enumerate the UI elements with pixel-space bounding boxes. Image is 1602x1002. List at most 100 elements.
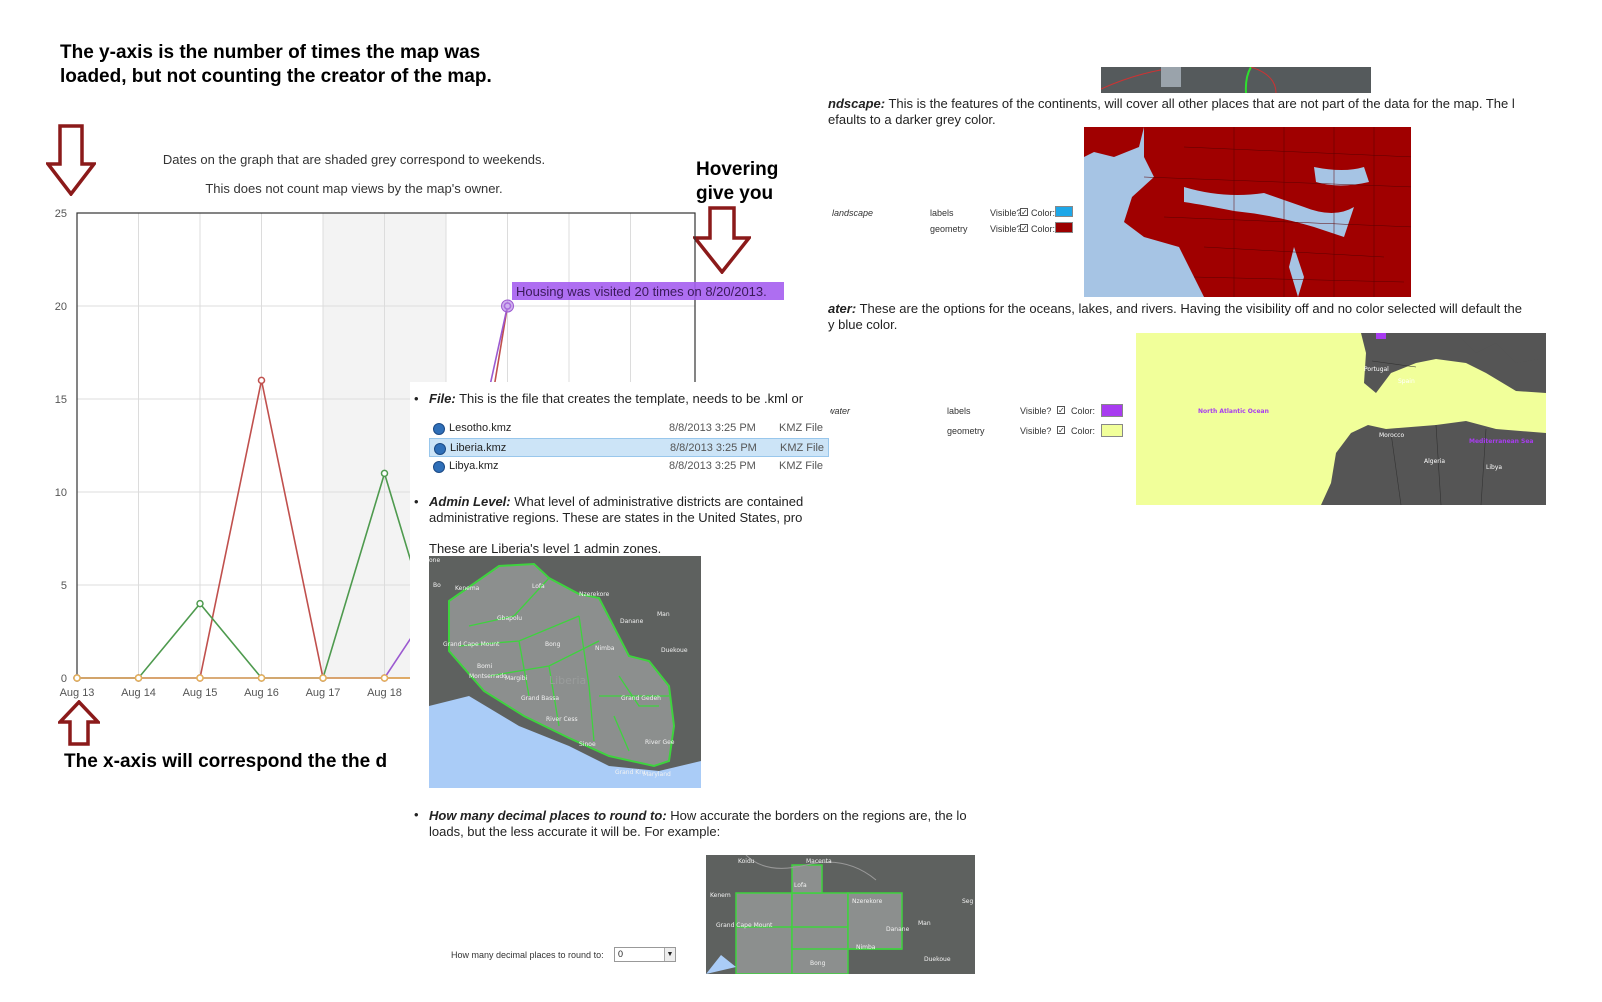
- liberia-map-label: Bo: [433, 582, 441, 589]
- admin-caption: These are Liberia's level 1 admin zones.: [429, 541, 662, 556]
- landscape-labels-visible-checkbox[interactable]: ✓: [1020, 208, 1028, 217]
- y-tick-label: 0: [61, 673, 67, 685]
- liberia-map-label: Grand Kru: [615, 769, 646, 776]
- water-map-label: North Atlantic Ocean: [1198, 408, 1269, 415]
- landscape-map-preview: [1084, 127, 1411, 297]
- landscape-labels-label: labels: [930, 208, 954, 218]
- water-map-label: Spain: [1398, 378, 1415, 385]
- decimal-map-label: Nzerekore: [852, 898, 883, 905]
- water-geometry-label: geometry: [947, 426, 985, 436]
- file-row[interactable]: Libya.kmz 8/8/2013 3:25 PM KMZ File: [429, 457, 829, 476]
- chart-subtitle-owner: This does not count map views by the map…: [205, 181, 503, 196]
- file-date: 8/8/2013 3:25 PM: [669, 460, 756, 472]
- landscape-option-name: landscape: [832, 208, 874, 218]
- hover-note: Hovering give you: [696, 159, 779, 204]
- data-point: [134, 674, 143, 682]
- liberia-map-label: Lofa: [532, 583, 545, 590]
- decimal-description: How many decimal places to round to: How…: [429, 808, 1001, 840]
- water-geometry-visible-label: Visible?: [1020, 426, 1052, 436]
- file-row-selected[interactable]: Liberia.kmz 8/8/2013 3:25 PM KMZ File: [429, 438, 829, 457]
- landscape-geometry-color-label: Color:: [1031, 224, 1056, 234]
- file-list: Lesotho.kmz 8/8/2013 3:25 PM KMZ File Li…: [429, 419, 829, 479]
- decimal-control-label: How many decimal places to round to:: [451, 950, 604, 960]
- landscape-geometry-color-swatch[interactable]: [1055, 222, 1073, 233]
- decimal-map-label: Seg: [962, 898, 974, 905]
- decimal-map-label: Macenta: [806, 858, 832, 865]
- water-geometry-color-label: Color:: [1071, 426, 1096, 436]
- file-name: Lesotho.kmz: [449, 422, 512, 434]
- kmz-file-icon: [433, 461, 445, 473]
- options-document-panel: • File: This is the file that creates th…: [410, 382, 830, 800]
- data-point: [73, 674, 81, 682]
- data-point: [380, 674, 389, 682]
- chevron-down-icon[interactable]: ▼: [664, 948, 675, 961]
- liberia-map-label: Nzerekore: [579, 591, 610, 598]
- liberia-map-label: one: [429, 557, 440, 564]
- bullet-dot: •: [414, 391, 419, 406]
- landscape-labels-color-label: Color:: [1031, 208, 1056, 218]
- landscape-labels-visible-label: Visible?: [990, 208, 1022, 218]
- x-tick-label: Aug 17: [306, 687, 341, 699]
- decimal-map-label: Lofa: [794, 882, 807, 889]
- water-labels-visible-checkbox[interactable]: ✓: [1057, 406, 1065, 415]
- file-name: Liberia.kmz: [450, 442, 507, 454]
- water-description: ater: These are the options for the ocea…: [828, 301, 1568, 333]
- weekend-shade: [323, 213, 385, 678]
- liberia-map-label: Gbapolu: [497, 615, 522, 622]
- landscape-text: This is the features of the continents, …: [885, 96, 1515, 111]
- liberia-map-label: Bomi: [477, 663, 493, 670]
- landscape-text-2: efaults to a darker grey color.: [828, 112, 996, 127]
- data-point: [196, 674, 204, 682]
- water-map-label: Portugal: [1364, 366, 1389, 373]
- water-option-name: water: [828, 406, 851, 416]
- water-map-preview: Portugal Spain Morocco Algeria Libya Nor…: [1136, 333, 1546, 505]
- file-heading: File:: [429, 391, 456, 406]
- landscape-geometry-label: geometry: [930, 224, 968, 234]
- admin-text: What level of administrative districts a…: [510, 494, 804, 509]
- liberia-map-label: Man: [657, 611, 670, 618]
- water-heading: ater:: [828, 301, 857, 316]
- liberia-map-label: Kenema: [455, 585, 480, 592]
- file-type: KMZ File: [779, 460, 823, 472]
- decimal-rounding-map: Koidu Macenta Lofa Kenem Nzerekore Grand Cape…: [706, 855, 975, 974]
- liberia-map-label: Bong: [545, 641, 561, 648]
- water-text-2: y blue color.: [828, 317, 898, 332]
- liberia-map-label: Danane: [620, 618, 644, 625]
- liberia-map-label: Duekoue: [661, 647, 688, 654]
- landscape-geometry-visible-checkbox[interactable]: ✓: [1020, 224, 1028, 233]
- x-tick-label: Aug 18: [367, 687, 402, 699]
- water-map-label: Morocco: [1379, 432, 1404, 439]
- x-tick-label: Aug 15: [183, 687, 218, 699]
- data-point: [257, 674, 266, 682]
- liberia-map-label: Margibi: [505, 675, 527, 682]
- y-tick-label: 25: [55, 208, 67, 220]
- chart-subtitle-weekends: Dates on the graph that are shaded grey …: [162, 152, 546, 167]
- landscape-description: ndscape: This is the features of the con…: [828, 96, 1568, 128]
- landscape-options: landscape labels Visible? ✓ Color: geome…: [832, 206, 1082, 242]
- water-labels-color-swatch[interactable]: [1101, 404, 1123, 417]
- decimal-text-2: loads, but the less accurate it will be.…: [429, 824, 721, 839]
- liberia-map-label: River Cess: [546, 716, 578, 723]
- water-geometry-visible-checkbox[interactable]: ✓: [1057, 426, 1065, 435]
- file-date: 8/8/2013 3:25 PM: [670, 442, 757, 454]
- file-type: KMZ File: [779, 422, 823, 434]
- landscape-geometry-visible-label: Visible?: [990, 224, 1022, 234]
- file-name: Libya.kmz: [449, 460, 499, 472]
- decimal-map-label: Duekoue: [924, 956, 951, 963]
- water-geometry-color-swatch[interactable]: [1101, 424, 1123, 437]
- data-point: [380, 469, 389, 478]
- bullet-dot: •: [414, 494, 419, 509]
- decimal-text: How accurate the borders on the regions …: [666, 808, 967, 823]
- data-point: [196, 599, 204, 608]
- file-row[interactable]: Lesotho.kmz 8/8/2013 3:25 PM KMZ File: [429, 419, 829, 438]
- x-tick-label: Aug 16: [244, 687, 279, 699]
- landscape-labels-color-swatch[interactable]: [1055, 206, 1073, 217]
- admin-description: Admin Level: What level of administrativ…: [429, 494, 829, 526]
- water-map-label: Mediterranean Sea: [1469, 438, 1534, 445]
- y-tick-label: 5: [61, 580, 67, 592]
- kmz-file-icon: [434, 443, 446, 455]
- water-labels-visible-label: Visible?: [1020, 406, 1052, 416]
- file-type: KMZ File: [780, 442, 824, 454]
- bullet-dot: •: [414, 807, 419, 822]
- decimal-places-select[interactable]: 0 ▼: [614, 947, 676, 962]
